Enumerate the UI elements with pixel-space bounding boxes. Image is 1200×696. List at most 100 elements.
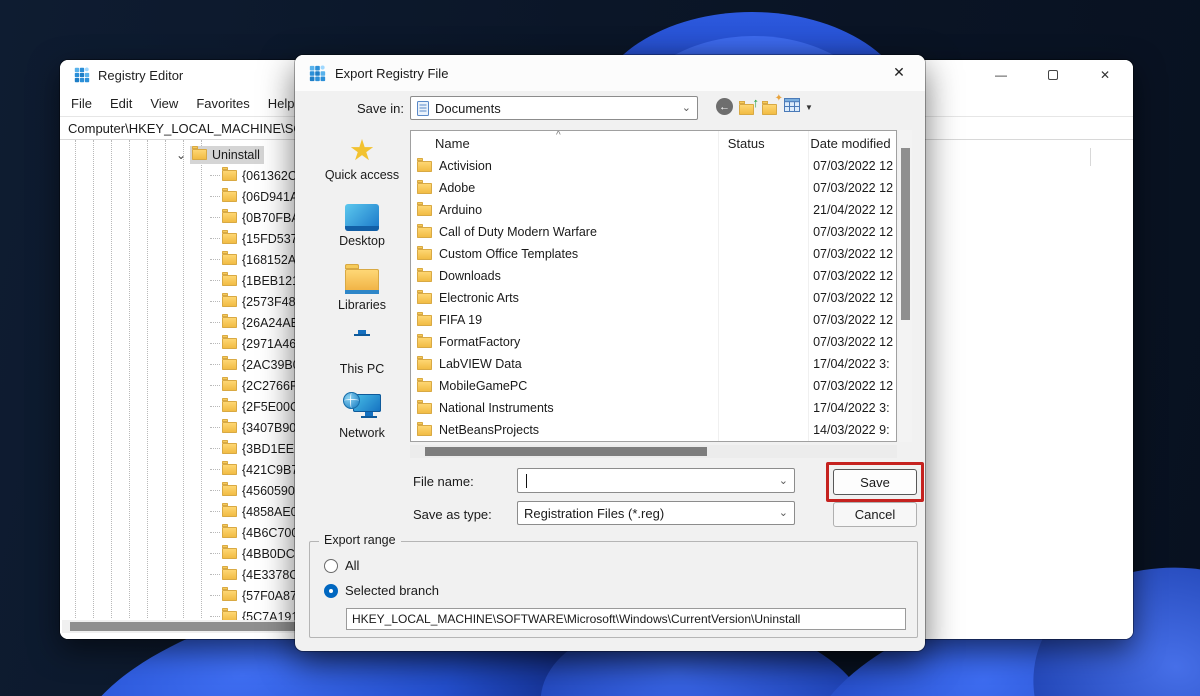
sidebar-item-quick-access[interactable]: ★ Quick access [313,135,411,182]
folder-icon [222,590,237,601]
folder-icon [417,183,432,194]
scrollbar-thumb[interactable] [425,447,707,456]
radio-option-all[interactable]: All [324,558,359,573]
folder-icon [222,359,237,370]
sidebar-item-desktop[interactable]: Desktop [313,201,411,248]
save-in-dropdown[interactable]: Documents ⌄ [410,96,698,120]
sort-ascending-icon[interactable]: ^ [556,130,561,141]
libraries-folder-icon [345,269,379,294]
folder-icon [417,315,432,326]
save-as-type-dropdown[interactable]: Registration Files (*.reg) ⌄ [517,501,795,525]
folder-icon [222,506,237,517]
folder-name: Custom Office Templates [439,247,733,261]
folder-icon [762,104,777,115]
tree-connector [210,448,220,449]
up-arrow-icon: ↑ [753,95,760,110]
registry-editor-icon [74,67,90,83]
folder-name: FIFA 19 [439,313,733,327]
file-list-row[interactable]: MobileGamePC 07/03/2022 12 [411,375,896,397]
tree-connector [210,406,220,407]
menu-item[interactable]: File [62,96,101,111]
tree-connector [210,196,220,197]
menu-item[interactable]: Edit [101,96,141,111]
radio-selected-icon[interactable] [324,584,338,598]
save-as-type-value: Registration Files (*.reg) [524,506,664,521]
file-list-row[interactable]: Custom Office Templates 07/03/2022 12 [411,243,896,265]
selected-tree-node: Uninstall [190,146,264,164]
close-button[interactable]: ✕ [1079,60,1131,90]
registry-file-icon [309,65,326,82]
folder-date-modified: 07/03/2022 12 [813,379,896,393]
save-button[interactable]: Save [833,469,917,495]
folder-icon [222,422,237,433]
tree-connector [210,574,220,575]
export-registry-file-dialog: Export Registry File ✕ Save in: Document… [295,55,925,651]
chevron-down-icon: ⌄ [779,477,788,485]
horizontal-scrollbar[interactable] [410,445,897,458]
folder-date-modified: 07/03/2022 12 [813,313,896,327]
file-list-row[interactable]: Arduino 21/04/2022 12 [411,199,896,221]
window-title: Registry Editor [98,68,183,83]
radio-option-selected-branch[interactable]: Selected branch [324,583,439,598]
file-list-row[interactable]: Adobe 07/03/2022 12 [411,177,896,199]
file-name-input[interactable]: ⌄ [517,468,795,493]
folder-icon [417,161,432,172]
cancel-button[interactable]: Cancel [833,502,917,527]
folder-icon [222,548,237,559]
chevron-down-icon[interactable]: ⌄ [176,150,190,160]
menu-item[interactable]: Favorites [187,96,258,111]
folder-icon [417,293,432,304]
minimize-button[interactable]: — [975,60,1027,90]
folder-icon [417,359,432,370]
vertical-scrollbar[interactable] [899,130,912,442]
column-header-name[interactable]: Name [411,136,728,151]
menu-item[interactable]: View [141,96,187,111]
folder-icon [222,569,237,580]
folder-icon [417,425,432,436]
tree-connector [210,259,220,260]
tree-connector [210,238,220,239]
folder-icon [222,212,237,223]
scrollbar-thumb[interactable] [901,148,910,320]
file-list-row[interactable]: NetBeansProjects 14/03/2022 9: [411,419,896,441]
radio-unselected-icon[interactable] [324,559,338,573]
file-list-row[interactable]: Electronic Arts 07/03/2022 12 [411,287,896,309]
folder-icon [417,381,432,392]
folder-name: Electronic Arts [439,291,733,305]
file-list-row[interactable]: National Instruments 17/04/2022 3: [411,397,896,419]
network-icon [343,394,381,425]
maximize-button[interactable] [1027,60,1079,90]
desktop-icon [345,204,379,231]
tree-connector [210,427,220,428]
file-list-row[interactable]: FormatFactory 07/03/2022 12 [411,331,896,353]
globe-icon [343,392,360,409]
column-header-date-modified[interactable]: Date modified [810,136,896,151]
dialog-title-bar: Export Registry File ✕ [295,55,925,91]
file-list-row[interactable]: Activision 07/03/2022 12 [411,155,896,177]
folder-date-modified: 17/04/2022 3: [813,401,896,415]
dropdown-caret-icon: ▼ [805,103,813,112]
close-icon[interactable]: ✕ [889,64,909,81]
folder-icon [222,191,237,202]
selected-branch-path-input[interactable]: HKEY_LOCAL_MACHINE\SOFTWARE\Microsoft\Wi… [346,608,906,630]
file-list-row[interactable]: LabVIEW Data 17/04/2022 3: [411,353,896,375]
create-new-folder-button[interactable]: ✦ [762,98,781,116]
file-list-row[interactable]: FIFA 19 07/03/2022 12 [411,309,896,331]
tree-connector [210,343,220,344]
folder-date-modified: 07/03/2022 12 [813,181,896,195]
chevron-down-icon: ⌄ [682,104,691,112]
sidebar-item-libraries[interactable]: Libraries [313,265,411,312]
column-header-status[interactable]: Status [728,136,811,151]
folder-name: Call of Duty Modern Warfare [439,225,733,239]
folder-icon [222,233,237,244]
view-menu-button[interactable]: ▼ [784,98,816,116]
file-list-row[interactable]: Call of Duty Modern Warfare 07/03/2022 1… [411,221,896,243]
sidebar-item-network[interactable]: Network [313,393,411,440]
back-button[interactable]: ← [716,98,735,116]
folder-icon [222,380,237,391]
file-list-row[interactable]: Downloads 07/03/2022 12 [411,265,896,287]
folder-date-modified: 21/04/2022 12 [813,203,896,217]
sidebar-item-this-pc[interactable]: This PC [313,329,411,376]
up-one-level-button[interactable]: ↑ [739,98,758,116]
tree-connector [210,217,220,218]
